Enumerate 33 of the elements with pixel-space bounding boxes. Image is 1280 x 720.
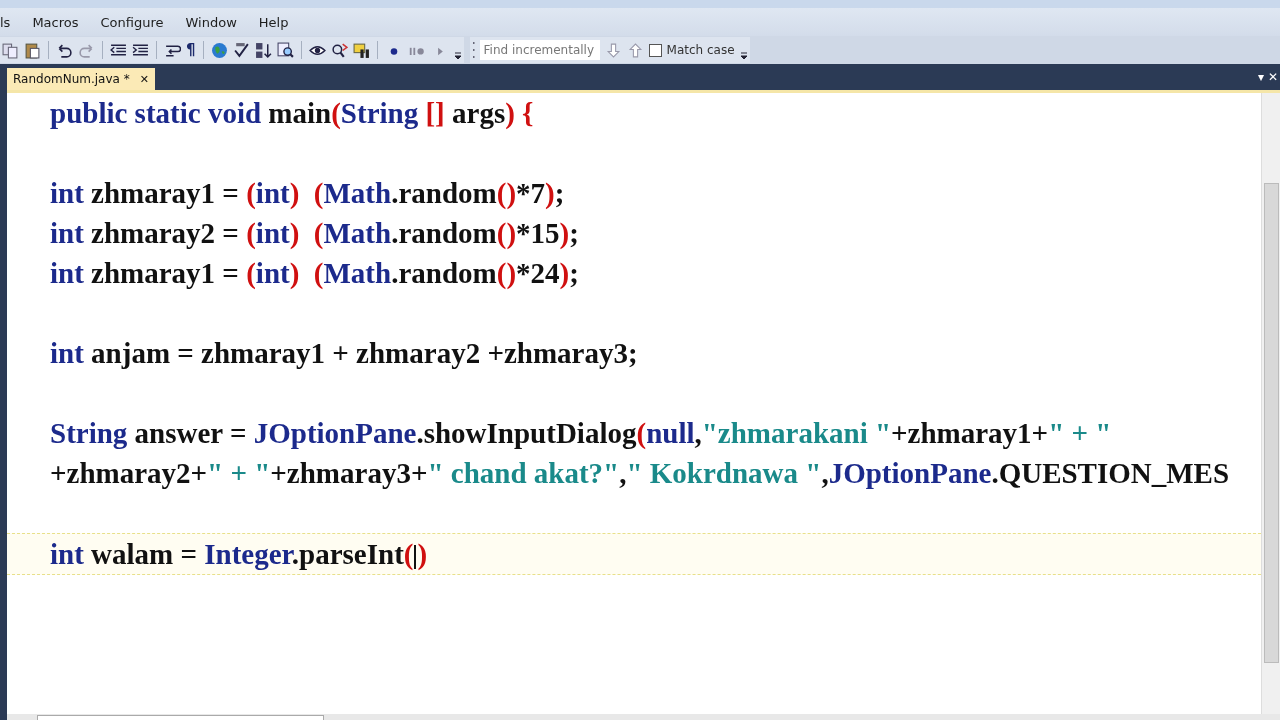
code-line: int walam = Integer.parseInt()	[50, 537, 428, 571]
pilcrow-button[interactable]: ¶	[186, 41, 196, 59]
code-line: int anjam = zhmaray1 + zhmaray2 +zhmaray3;	[50, 336, 638, 370]
binoculars-icon[interactable]	[352, 41, 370, 59]
horizontal-scrollbar[interactable]	[7, 714, 1280, 720]
tab-strip-button[interactable]: ✕	[1267, 70, 1278, 84]
code-line: int zhmaray2 = (int) (Math.random()*15);	[50, 216, 579, 250]
replace-icon[interactable]	[330, 41, 348, 59]
match-case-checkbox[interactable]	[648, 43, 662, 57]
find-icon[interactable]	[276, 41, 294, 59]
down-arrow-icon[interactable]	[604, 41, 622, 59]
menu-item[interactable]: Configure	[100, 14, 164, 30]
grip-icon	[471, 41, 475, 59]
code-line: int zhmaray1 = (int) (Math.random()*7);	[50, 176, 565, 210]
overflow-icon[interactable]	[453, 50, 462, 60]
sort-icon[interactable]	[254, 41, 272, 59]
vertical-scrollbar[interactable]	[1261, 93, 1280, 714]
menu-item[interactable]: Help	[258, 14, 289, 30]
code-line: String answer = JOptionPane.showInputDialog(null,"zhmarakani "+zhmaray1+" + "	[50, 416, 1112, 450]
menu-item[interactable]: Macros	[32, 14, 79, 30]
menu-item[interactable]: Window	[185, 14, 237, 30]
menu-item[interactable]: ls	[0, 14, 11, 30]
tab-strip-button[interactable]: ▾	[1257, 70, 1264, 84]
file-tab[interactable]: RandomNum.java * ✕	[7, 68, 155, 90]
code-line: int zhmaray1 = (int) (Math.random()*24);	[50, 256, 579, 290]
code-line: +zhmaray2+" + "+zhmaray3+" chand akat?"," Kokrdnawa ",JOptionPane.QUESTION_MES	[50, 456, 1230, 490]
code-line: public static void main(String [] args) {	[50, 96, 534, 130]
overflow-icon[interactable]	[739, 50, 748, 60]
paste-icon[interactable]	[24, 41, 41, 59]
checkbox-label[interactable]: Match case	[666, 43, 735, 57]
copy-icon[interactable]	[2, 41, 19, 59]
find-field[interactable]: Find incrementally	[479, 40, 600, 60]
spellcheck-icon[interactable]	[232, 41, 250, 59]
